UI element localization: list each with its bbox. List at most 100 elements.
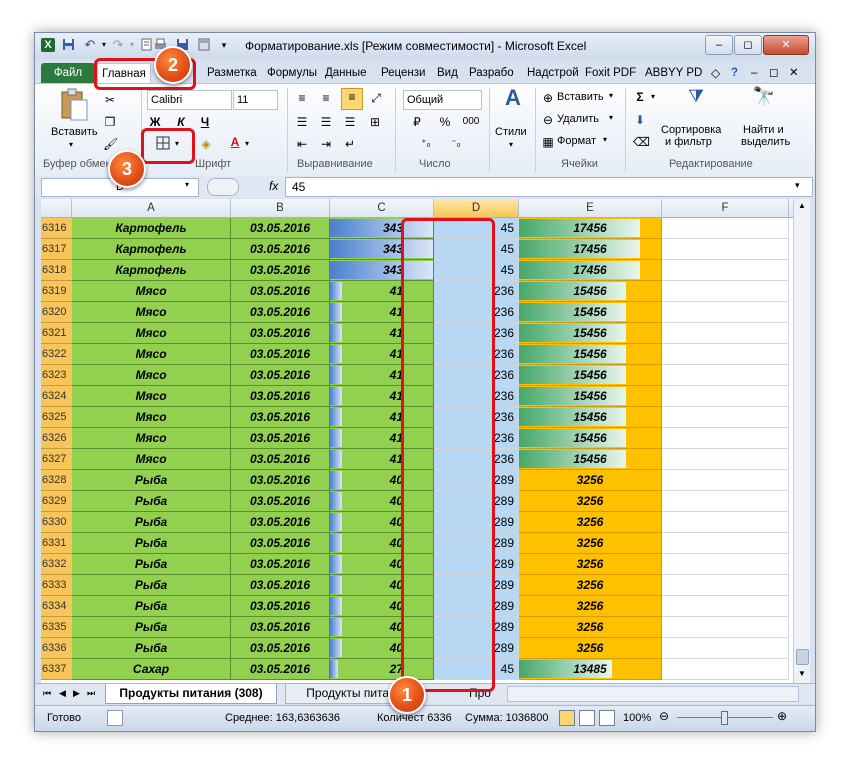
cell-quantity[interactable]: 343 [330,239,434,260]
tab-file[interactable]: Файл [41,63,95,83]
format-dropdown-icon[interactable]: ▾ [603,135,607,144]
tab-view[interactable]: Вид [433,63,462,83]
cell-price[interactable]: 45 [434,218,519,239]
row-header[interactable]: 6331 [41,533,73,554]
insert-cells-icon[interactable]: ⊕ [541,90,555,106]
percent-button[interactable]: % [437,114,453,130]
cell-empty[interactable] [662,302,789,323]
help-icon[interactable]: ? [727,63,742,83]
row-header[interactable]: 6322 [41,344,73,365]
cell-product[interactable]: Мясо [72,428,231,449]
cell-quantity[interactable]: 40 [330,575,434,596]
cell-sum[interactable]: 3256 [519,596,662,617]
cell-product[interactable]: Рыба [72,491,231,512]
cell-date[interactable]: 03.05.2016 [231,659,330,680]
cell-quantity[interactable]: 41 [330,428,434,449]
doc-restore-icon[interactable]: ◻ [765,63,783,83]
cell-date[interactable]: 03.05.2016 [231,617,330,638]
sort-filter-label-2[interactable]: и фильтр [665,136,712,148]
cell-date[interactable]: 03.05.2016 [231,365,330,386]
formula-bar-expand-icon[interactable]: ▾ [795,180,800,191]
redo-icon[interactable]: ↷ [111,38,125,52]
cell-price[interactable]: 236 [434,407,519,428]
cell-product[interactable]: Рыба [72,554,231,575]
scroll-up-arrow-icon[interactable]: ▲ [796,201,808,213]
row-header[interactable]: 6330 [41,512,73,533]
next-sheet-icon[interactable]: ▶ [73,684,80,703]
align-middle-icon[interactable]: ≡ [317,90,335,106]
last-sheet-icon[interactable]: ⏭ [87,684,95,703]
cell-price[interactable]: 289 [434,596,519,617]
cell-sum[interactable]: 3256 [519,617,662,638]
tab-review[interactable]: Рецензи [377,63,429,83]
cell-quantity[interactable]: 41 [330,344,434,365]
cell-quantity[interactable]: 41 [330,281,434,302]
clear-icon[interactable]: ⌫ [633,134,650,150]
cell-quantity[interactable]: 40 [330,533,434,554]
styles-button[interactable]: Стили [495,126,527,138]
cell-quantity[interactable]: 27 [330,659,434,680]
cell-price[interactable]: 289 [434,554,519,575]
row-header[interactable]: 6329 [41,491,73,512]
row-header[interactable]: 6337 [41,659,73,680]
cell-empty[interactable] [662,365,789,386]
cell-quantity[interactable]: 343 [330,218,434,239]
cell-date[interactable]: 03.05.2016 [231,449,330,470]
cut-icon[interactable]: ✂ [103,92,117,108]
cell-empty[interactable] [662,260,789,281]
cell-price[interactable]: 45 [434,260,519,281]
select-all-corner[interactable] [41,199,72,218]
vertical-scrollbar[interactable]: ▲ ▼ [793,199,810,683]
cell-empty[interactable] [662,323,789,344]
cell-product[interactable]: Мясо [72,449,231,470]
horizontal-scrollbar[interactable] [507,686,799,702]
cell-product[interactable]: Рыба [72,638,231,659]
find-select-icon[interactable]: 🔭 [751,87,777,116]
cell-quantity[interactable]: 41 [330,323,434,344]
cell-product[interactable]: Мясо [72,344,231,365]
zoom-in-icon[interactable]: ⊕ [777,709,787,723]
delete-cells-icon[interactable]: ⊖ [541,112,555,128]
cell-date[interactable]: 03.05.2016 [231,533,330,554]
cell-product[interactable]: Картофель [72,260,231,281]
number-format-select[interactable]: Общий [403,90,482,110]
cell-product[interactable]: Картофель [72,218,231,239]
macro-record-icon[interactable] [107,710,123,726]
cell-quantity[interactable]: 343 [330,260,434,281]
cell-product[interactable]: Мясо [72,365,231,386]
row-header[interactable]: 6335 [41,617,73,638]
cell-sum[interactable]: 15456 [519,281,662,302]
cell-quantity[interactable]: 40 [330,638,434,659]
cell-date[interactable]: 03.05.2016 [231,344,330,365]
tab-foxit-pdf[interactable]: Foxit PDF [581,63,640,83]
delete-cells-button[interactable]: Удалить [557,113,599,125]
underline-button[interactable]: Ч [197,114,213,130]
align-left-icon[interactable]: ☰ [293,114,311,130]
borders-dropdown-icon[interactable]: ▾ [173,136,181,152]
close-button[interactable]: ✕ [763,35,809,55]
tab-abbyy[interactable]: ABBYY PD [641,63,706,83]
row-header[interactable]: 6333 [41,575,73,596]
cell-sum[interactable]: 17456 [519,218,662,239]
cell-empty[interactable] [662,638,789,659]
undo-icon[interactable]: ↶ [83,38,97,52]
undo-dropdown-icon[interactable]: ▾ [97,38,111,52]
formula-input[interactable]: 45 [285,177,813,197]
cell-price[interactable]: 289 [434,512,519,533]
cell-sum[interactable]: 15456 [519,386,662,407]
cell-quantity[interactable]: 40 [330,491,434,512]
tab-formulas[interactable]: Формулы [263,63,321,83]
cell-price[interactable]: 236 [434,428,519,449]
page-break-view-icon[interactable] [599,710,615,726]
increase-decimal-icon[interactable]: ⁺₀ [415,136,437,152]
name-box-dropdown-icon[interactable]: ▾ [185,180,189,189]
find-select-label-1[interactable]: Найти и [743,124,784,136]
scrollbar-thumb[interactable] [796,649,809,665]
orientation-icon[interactable]: ⤢ [367,90,385,106]
font-color-dropdown-icon[interactable]: ▾ [243,136,251,152]
thousands-button[interactable]: 000 [459,114,483,130]
cell-sum[interactable]: 3256 [519,533,662,554]
currency-icon[interactable]: ₽ [407,114,427,130]
row-header[interactable]: 6328 [41,470,73,491]
cell-empty[interactable] [662,659,789,680]
